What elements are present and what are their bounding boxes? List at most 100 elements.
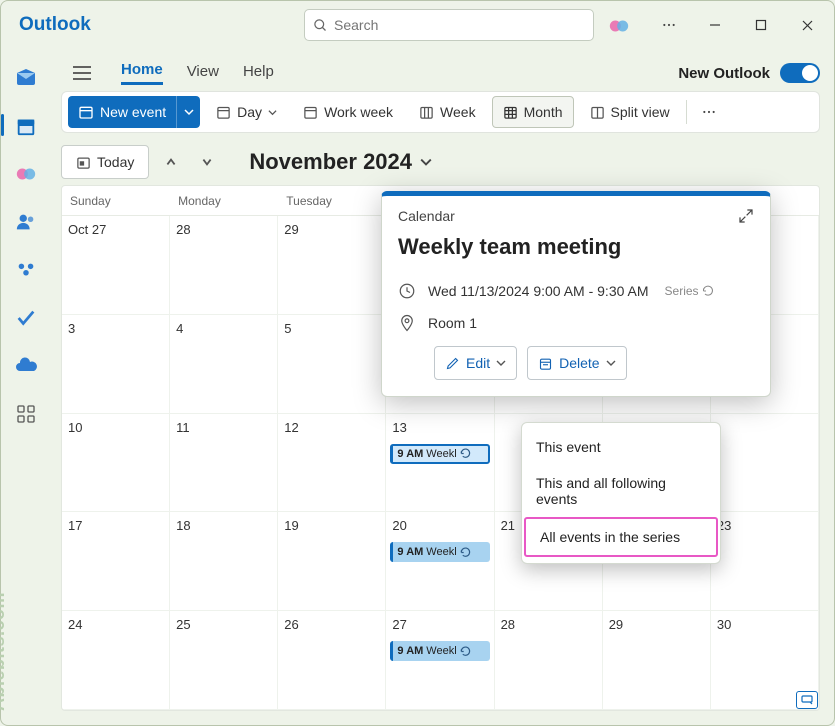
month-heading[interactable]: November 2024 — [249, 149, 432, 175]
calendar-event[interactable]: 9 AM Weekl — [390, 641, 489, 661]
day-cell[interactable]: 28 — [495, 611, 603, 710]
edit-label: Edit — [466, 355, 490, 371]
month-heading-text: November 2024 — [249, 149, 412, 175]
copilot-icon[interactable] — [608, 15, 630, 37]
next-month-button[interactable] — [193, 145, 221, 179]
delete-icon — [538, 356, 553, 371]
app-brand: Outlook — [9, 14, 91, 36]
rail-copilot[interactable] — [9, 157, 43, 191]
day-number: 10 — [68, 420, 82, 435]
delete-button[interactable]: Delete — [527, 346, 626, 380]
day-number: 21 — [501, 518, 515, 533]
day-cell[interactable]: 18 — [170, 512, 278, 611]
chevron-down-icon — [496, 358, 506, 368]
day-cell[interactable]: 28 — [170, 216, 278, 315]
day-cell[interactable]: 17 — [62, 512, 170, 611]
today-icon — [76, 155, 91, 170]
day-cell[interactable]: 19 — [278, 512, 386, 611]
week-label: Week — [440, 104, 476, 120]
today-button[interactable]: Today — [61, 145, 149, 179]
rail-mail[interactable] — [9, 61, 43, 95]
search-box[interactable] — [304, 9, 594, 41]
day-cell[interactable]: 12 — [278, 414, 386, 513]
rail-todo[interactable] — [9, 301, 43, 335]
day-number: 28 — [501, 617, 515, 632]
ribbon-overflow-button[interactable] — [693, 104, 725, 120]
day-number: 29 — [284, 222, 298, 237]
today-label: Today — [97, 154, 134, 170]
watermark: Ablebits.com — [0, 592, 9, 711]
tab-view[interactable]: View — [187, 63, 219, 84]
more-icon[interactable] — [648, 9, 690, 41]
view-workweek-button[interactable]: Work week — [293, 96, 403, 128]
rail-calendar[interactable] — [9, 109, 43, 143]
popup-expand-button[interactable] — [738, 208, 754, 224]
maximize-button[interactable] — [740, 9, 782, 41]
view-month-button[interactable]: Month — [492, 96, 574, 128]
day-cell[interactable]: 10 — [62, 414, 170, 513]
day-cell[interactable]: 11 — [170, 414, 278, 513]
day-number: 27 — [392, 617, 406, 632]
close-button[interactable] — [786, 9, 828, 41]
day-cell[interactable]: 23 — [711, 512, 819, 611]
rail-apps[interactable] — [9, 397, 43, 431]
rail-groups[interactable] — [9, 253, 43, 287]
day-number: 11 — [176, 420, 190, 435]
popup-calendar-label: Calendar — [398, 208, 455, 224]
day-cell[interactable]: 26 — [278, 611, 386, 710]
clock-icon — [398, 282, 416, 300]
day-number: 19 — [284, 518, 298, 533]
month-icon — [503, 105, 518, 120]
day-cell[interactable]: 27 9 AM Weekl — [386, 611, 494, 710]
calendar-event[interactable]: 9 AM Weekl — [390, 542, 489, 562]
pencil-icon — [445, 356, 460, 371]
day-cell[interactable]: 25 — [170, 611, 278, 710]
day-number: 28 — [176, 222, 190, 237]
delete-all-series[interactable]: All events in the series — [524, 517, 718, 557]
day-cell[interactable]: 29 — [603, 611, 711, 710]
day-cell[interactable] — [711, 414, 819, 513]
day-cell[interactable]: 20 9 AM Weekl — [386, 512, 494, 611]
day-cell[interactable]: Oct 27 — [62, 216, 170, 315]
tab-home[interactable]: Home — [121, 61, 163, 85]
tab-help[interactable]: Help — [243, 63, 274, 84]
day-cell[interactable]: 3 — [62, 315, 170, 414]
view-week-button[interactable]: Week — [409, 96, 486, 128]
rail-onedrive[interactable] — [9, 349, 43, 383]
minimize-button[interactable] — [694, 9, 736, 41]
event-label: Weekl — [426, 645, 456, 657]
feedback-badge[interactable] — [796, 691, 818, 709]
delete-this-event[interactable]: This event — [522, 429, 720, 465]
new-event-caret[interactable] — [176, 96, 200, 128]
rail-people[interactable] — [9, 205, 43, 239]
chevron-down-icon — [606, 358, 616, 368]
day-label: Day — [237, 104, 262, 120]
day-number: 26 — [284, 617, 298, 632]
event-label: Weekl — [426, 448, 456, 460]
search-input[interactable] — [334, 17, 585, 33]
edit-button[interactable]: Edit — [434, 346, 517, 380]
day-number: 29 — [609, 617, 623, 632]
week-icon — [419, 105, 434, 120]
expand-icon — [738, 208, 754, 224]
prev-month-button[interactable] — [157, 145, 185, 179]
new-outlook-toggle[interactable] — [780, 63, 820, 83]
day-cell[interactable]: 29 — [278, 216, 386, 315]
view-day-button[interactable]: Day — [206, 96, 287, 128]
event-time: 9 AM — [397, 645, 423, 657]
recurring-icon — [460, 448, 471, 459]
weekday-header: Tuesday — [278, 186, 386, 215]
popup-where: Room 1 — [428, 315, 477, 331]
day-cell[interactable]: 24 — [62, 611, 170, 710]
search-icon — [313, 18, 328, 33]
nav-toggle-button[interactable] — [67, 58, 97, 88]
new-event-button[interactable]: New event — [68, 96, 200, 128]
new-outlook-label: New Outlook — [678, 65, 770, 82]
day-cell[interactable]: 4 — [170, 315, 278, 414]
day-cell[interactable]: 13 9 AM Weekl — [386, 414, 494, 513]
calendar-event[interactable]: 9 AM Weekl — [390, 444, 489, 464]
delete-following-events[interactable]: This and all following events — [522, 465, 720, 517]
day-cell[interactable]: 5 — [278, 315, 386, 414]
recurring-icon — [460, 547, 471, 558]
view-split-button[interactable]: Split view — [580, 96, 680, 128]
